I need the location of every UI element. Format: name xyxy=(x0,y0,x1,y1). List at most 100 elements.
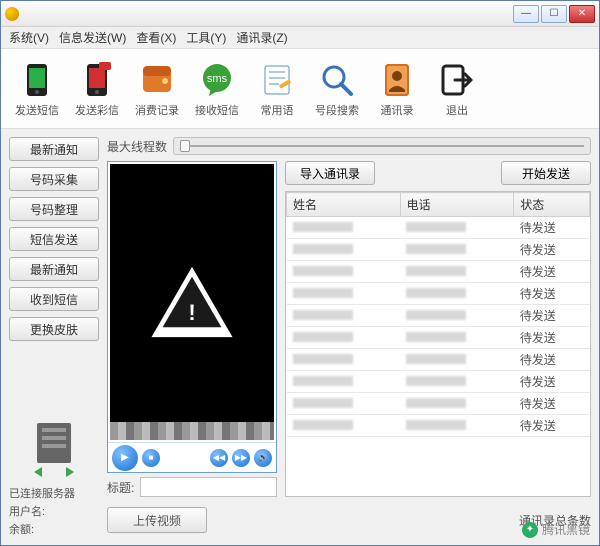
table-row[interactable]: 待发送 xyxy=(287,371,590,393)
cell-phone xyxy=(400,261,514,283)
menu-send[interactable]: 信息发送(W) xyxy=(59,29,126,46)
table-row[interactable]: 待发送 xyxy=(287,415,590,437)
start-send-button[interactable]: 开始发送 xyxy=(501,161,591,185)
titlebar: — ☐ ✕ xyxy=(1,1,599,27)
sidebar-btn-5[interactable]: 收到短信 xyxy=(9,287,99,311)
cell-name xyxy=(287,217,401,239)
menu-view[interactable]: 查看(X) xyxy=(136,29,176,46)
video-preview: ! ▶ ■ ◀◀ ▶▶ 🔊 xyxy=(107,161,277,473)
tool-label: 号段搜索 xyxy=(315,102,359,118)
menu-contacts[interactable]: 通讯录(Z) xyxy=(236,29,287,46)
import-contacts-button[interactable]: 导入通讯录 xyxy=(285,161,375,185)
phone-green-icon xyxy=(17,60,57,100)
cell-phone xyxy=(400,283,514,305)
cell-name xyxy=(287,349,401,371)
tool-exit[interactable]: 退出 xyxy=(431,60,483,118)
cell-name xyxy=(287,327,401,349)
svg-text:sms: sms xyxy=(207,73,228,85)
play-button[interactable]: ▶ xyxy=(112,445,138,471)
table-row[interactable]: 待发送 xyxy=(287,393,590,415)
cell-status: 待发送 xyxy=(514,217,590,239)
cell-phone xyxy=(400,393,514,415)
cell-status: 待发送 xyxy=(514,283,590,305)
col-name[interactable]: 姓名 xyxy=(287,193,401,217)
title-input[interactable] xyxy=(140,477,277,497)
cell-phone xyxy=(400,415,514,437)
sidebar-btn-1[interactable]: 号码采集 xyxy=(9,167,99,191)
cell-name xyxy=(287,283,401,305)
menu-system[interactable]: 系统(V) xyxy=(9,29,49,46)
table-row[interactable]: 待发送 xyxy=(287,349,590,371)
tool-label: 消费记录 xyxy=(135,102,179,118)
cell-name xyxy=(287,239,401,261)
notepad-icon xyxy=(257,60,297,100)
threads-label: 最大线程数 xyxy=(107,138,167,155)
title-label: 标题: xyxy=(107,479,134,496)
tool-label: 通讯录 xyxy=(381,102,414,118)
cell-phone xyxy=(400,371,514,393)
sidebar-btn-3[interactable]: 短信发送 xyxy=(9,227,99,251)
tool-label: 发送彩信 xyxy=(75,102,119,118)
phone-red-icon xyxy=(77,60,117,100)
col-status[interactable]: 状态 xyxy=(514,193,590,217)
cell-phone xyxy=(400,305,514,327)
prev-button[interactable]: ◀◀ xyxy=(210,449,228,467)
table-row[interactable]: 待发送 xyxy=(287,217,590,239)
stop-button[interactable]: ■ xyxy=(142,449,160,467)
table-row[interactable]: 待发送 xyxy=(287,327,590,349)
tool-notepad[interactable]: 常用语 xyxy=(251,60,303,118)
tool-label: 发送短信 xyxy=(15,102,59,118)
exit-icon xyxy=(437,60,477,100)
tool-wallet[interactable]: 消费记录 xyxy=(131,60,183,118)
close-button[interactable]: ✕ xyxy=(569,5,595,23)
menu-tools[interactable]: 工具(Y) xyxy=(186,29,226,46)
cell-status: 待发送 xyxy=(514,371,590,393)
sidebar-btn-6[interactable]: 更换皮肤 xyxy=(9,317,99,341)
table-row[interactable]: 待发送 xyxy=(287,239,590,261)
upload-video-button[interactable]: 上传视频 xyxy=(107,507,207,533)
threads-slider[interactable] xyxy=(173,137,591,155)
user-label: 用户名: xyxy=(9,503,99,519)
contacts-table[interactable]: 姓名 电话 状态 待发送待发送待发送待发送待发送待发送待发送待发送待发送待发送 xyxy=(285,191,591,497)
table-row[interactable]: 待发送 xyxy=(287,283,590,305)
tool-contact-book[interactable]: 通讯录 xyxy=(371,60,423,118)
sidebar-btn-4[interactable]: 最新通知 xyxy=(9,257,99,281)
cell-name xyxy=(287,415,401,437)
sidebar-btn-2[interactable]: 号码整理 xyxy=(9,197,99,221)
total-contacts-label: 通讯录总条数 xyxy=(519,512,591,529)
table-row[interactable]: 待发送 xyxy=(287,261,590,283)
sidebar-btn-0[interactable]: 最新通知 xyxy=(9,137,99,161)
cell-phone xyxy=(400,217,514,239)
col-phone[interactable]: 电话 xyxy=(400,193,514,217)
maximize-button[interactable]: ☐ xyxy=(541,5,567,23)
tool-magnifier[interactable]: 号段搜索 xyxy=(311,60,363,118)
cell-status: 待发送 xyxy=(514,305,590,327)
warning-icon: ! xyxy=(147,263,237,341)
wallet-icon xyxy=(137,60,177,100)
cell-status: 待发送 xyxy=(514,393,590,415)
tool-phone-green[interactable]: 发送短信 xyxy=(11,60,63,118)
tool-label: 退出 xyxy=(446,102,468,118)
cell-phone xyxy=(400,349,514,371)
cell-phone xyxy=(400,327,514,349)
server-status xyxy=(9,423,99,479)
minimize-button[interactable]: — xyxy=(513,5,539,23)
tool-label: 接收短信 xyxy=(195,102,239,118)
cell-name xyxy=(287,393,401,415)
video-controls: ▶ ■ ◀◀ ▶▶ 🔊 xyxy=(108,442,276,472)
volume-button[interactable]: 🔊 xyxy=(254,449,272,467)
cell-name xyxy=(287,261,401,283)
table-row[interactable]: 待发送 xyxy=(287,305,590,327)
toolbar: 发送短信发送彩信消费记录 sms 接收短信 常用语 号段搜索 通讯录 退出 xyxy=(1,49,599,129)
balance-label: 余额: xyxy=(9,521,99,537)
cell-status: 待发送 xyxy=(514,349,590,371)
app-window: — ☐ ✕ 系统(V) 信息发送(W) 查看(X) 工具(Y) 通讯录(Z) 发… xyxy=(0,0,600,546)
cell-status: 待发送 xyxy=(514,239,590,261)
sidebar: 最新通知号码采集号码整理短信发送最新通知收到短信更换皮肤 已连接服务器 用户名:… xyxy=(9,137,99,537)
tool-label: 常用语 xyxy=(261,102,294,118)
tool-sms-bubble[interactable]: sms 接收短信 xyxy=(191,60,243,118)
cell-status: 待发送 xyxy=(514,327,590,349)
tool-phone-red[interactable]: 发送彩信 xyxy=(71,60,123,118)
cell-status: 待发送 xyxy=(514,415,590,437)
next-button[interactable]: ▶▶ xyxy=(232,449,250,467)
